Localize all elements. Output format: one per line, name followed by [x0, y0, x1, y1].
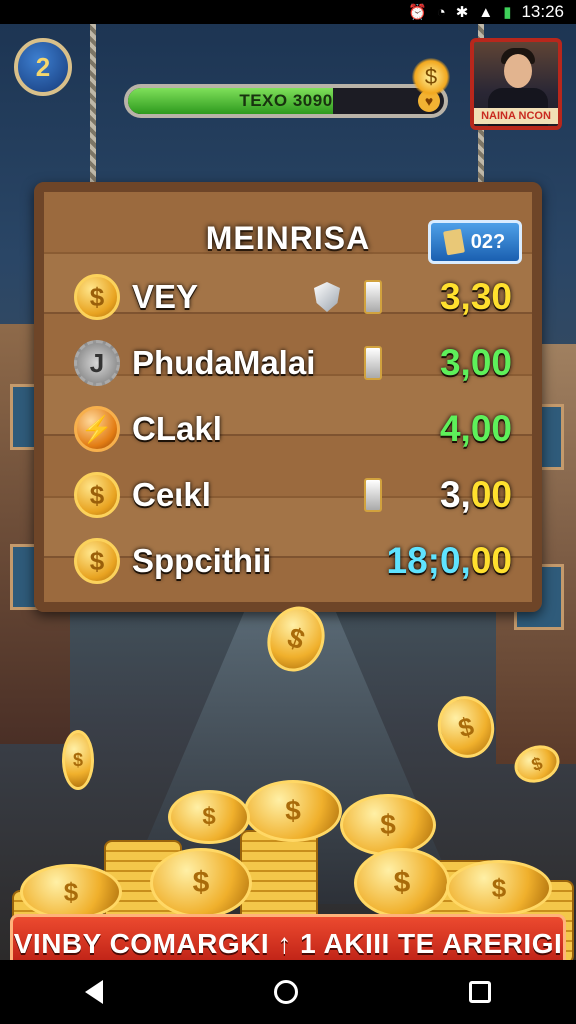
coin-icon: $: [168, 790, 250, 844]
rope-left: [90, 24, 96, 194]
signal-icon: ▲: [478, 3, 494, 21]
dollar-coin-icon: $: [74, 472, 120, 518]
item-value: 18;0,00: [386, 540, 513, 581]
coin-icon: $: [354, 848, 450, 918]
ticket-button[interactable]: 02?: [428, 220, 522, 264]
system-nav-bar: [0, 960, 576, 1024]
alarm-icon: ⏰: [408, 3, 427, 21]
status-time: 13:26: [521, 2, 564, 21]
chip-icon: [364, 280, 382, 314]
chip-icon: [364, 478, 382, 512]
item-name: CLakl: [132, 410, 222, 447]
coin-icon: $: [20, 864, 122, 920]
leaderboard-sign: MEINRISA 02? $ VEY 3,30 J PhudaMalai 3,0…: [34, 182, 542, 612]
back-icon[interactable]: [85, 980, 104, 1004]
item-name: PhudaMalai: [132, 344, 316, 381]
item-name: Sppcithii: [132, 542, 272, 579]
list-item[interactable]: $ Ceιkl 3,00: [74, 466, 512, 524]
status-bar: ⏰ ◔ ✱ ▲ ▮ 13:26: [0, 0, 576, 24]
list-item[interactable]: $ VEY 3,30: [74, 268, 512, 326]
item-value: 3,30: [439, 276, 512, 317]
wifi-icon: ◔: [436, 3, 446, 21]
gear-coin-icon: J: [74, 340, 120, 386]
ticket-icon: [442, 228, 465, 256]
claim-button[interactable]: VINBY COMARGKI ↑ 1 AKIII TE ARERIGI: [10, 914, 566, 960]
coin-icon: $: [150, 848, 252, 918]
home-icon[interactable]: [273, 980, 298, 1004]
dollar-coin-icon: $: [74, 538, 120, 584]
item-value: 4,00: [439, 408, 512, 449]
sparkle-coin-icon[interactable]: $: [412, 58, 450, 96]
ticket-value: 02?: [470, 230, 506, 253]
bluetooth-icon: ✱: [455, 3, 469, 21]
recent-apps-icon[interactable]: [468, 981, 491, 1003]
level-value: 2: [35, 51, 51, 82]
xp-progress-bar: TEXO 3090 ♥: [124, 84, 448, 118]
shield-icon: [314, 282, 340, 312]
bolt-coin-icon: ⚡: [74, 406, 120, 452]
falling-coin-icon: $: [430, 689, 502, 765]
player-avatar[interactable]: NAINA NCON: [470, 38, 562, 130]
item-value: 3,00: [439, 474, 512, 515]
list-item[interactable]: $ Sppcithii 18;0,00: [74, 532, 512, 590]
dollar-coin-icon: $: [74, 274, 120, 320]
coin-icon: $: [446, 860, 552, 916]
battery-icon: ▮: [503, 3, 512, 21]
coin-icon: $: [244, 780, 342, 842]
coin-icon: $: [340, 794, 436, 856]
item-name: VEY: [132, 278, 199, 315]
avatar-label: NAINA NCON: [474, 108, 558, 124]
level-badge[interactable]: 2: [14, 38, 72, 96]
list-item[interactable]: J PhudaMalai 3,00: [74, 334, 512, 392]
xp-text: TEXO 3090: [239, 91, 333, 110]
chip-icon: [364, 346, 382, 380]
item-value: 3,00: [439, 342, 512, 383]
game-scene: 2 TEXO 3090 ♥ $ NAINA NCON MEINRISA 02? …: [0, 24, 576, 960]
list-item[interactable]: ⚡ CLakl 4,00: [74, 400, 512, 458]
item-name: Ceιkl: [132, 476, 211, 513]
